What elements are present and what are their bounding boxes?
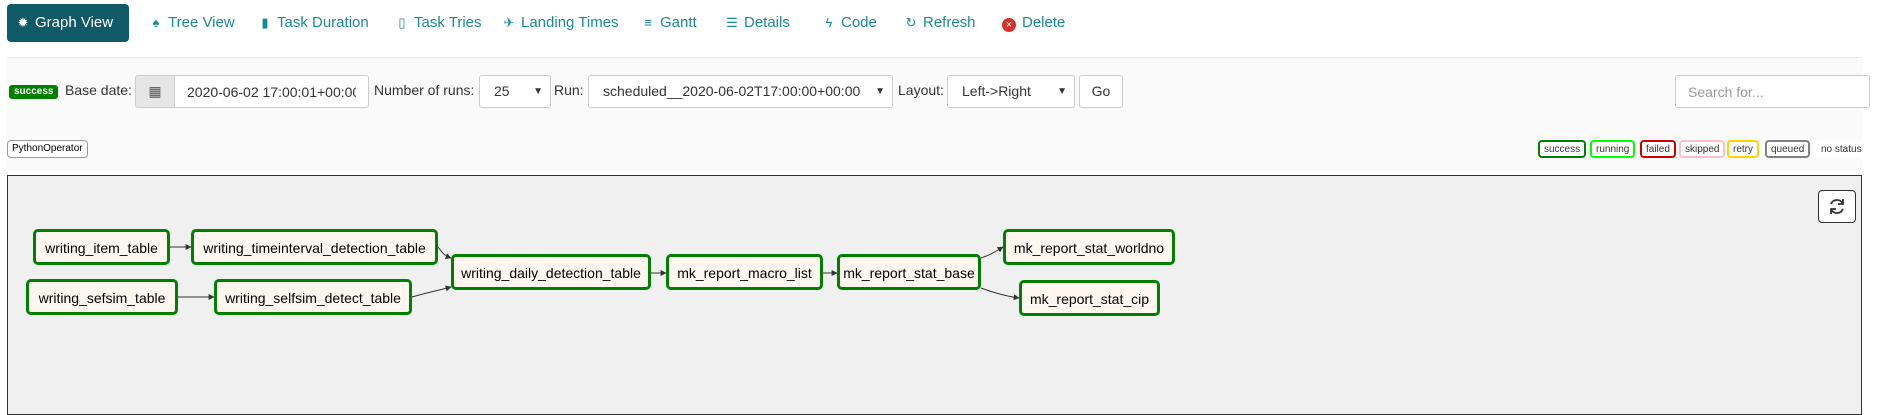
- task-node-mk-report-stat-cip[interactable]: mk_report_stat_cip: [1019, 280, 1160, 316]
- graph-edges: [170, 244, 1020, 301]
- task-node-writing-sefsim-table[interactable]: writing_sefsim_table: [26, 279, 178, 315]
- task-node-writing-daily-detection-table[interactable]: writing_daily_detection_table: [451, 254, 651, 290]
- refresh-icon: [1830, 199, 1844, 214]
- task-node-writing-timeinterval-detection-table[interactable]: writing_timeinterval_detection_table: [191, 229, 438, 265]
- task-node-mk-report-stat-worldno[interactable]: mk_report_stat_worldno: [1003, 229, 1175, 265]
- task-node-writing-selfsim-detect-table[interactable]: writing_selfsim_detect_table: [214, 279, 412, 315]
- edge: [437, 246, 452, 259]
- task-node-mk-report-stat-base[interactable]: mk_report_stat_base: [837, 254, 981, 290]
- task-node-mk-report-macro-list[interactable]: mk_report_macro_list: [666, 254, 823, 290]
- edge: [980, 246, 1004, 259]
- graph-refresh-button[interactable]: [1818, 190, 1856, 223]
- edge: [980, 287, 1020, 301]
- edge: [411, 285, 452, 298]
- task-node-writing-item-table[interactable]: writing_item_table: [33, 229, 170, 265]
